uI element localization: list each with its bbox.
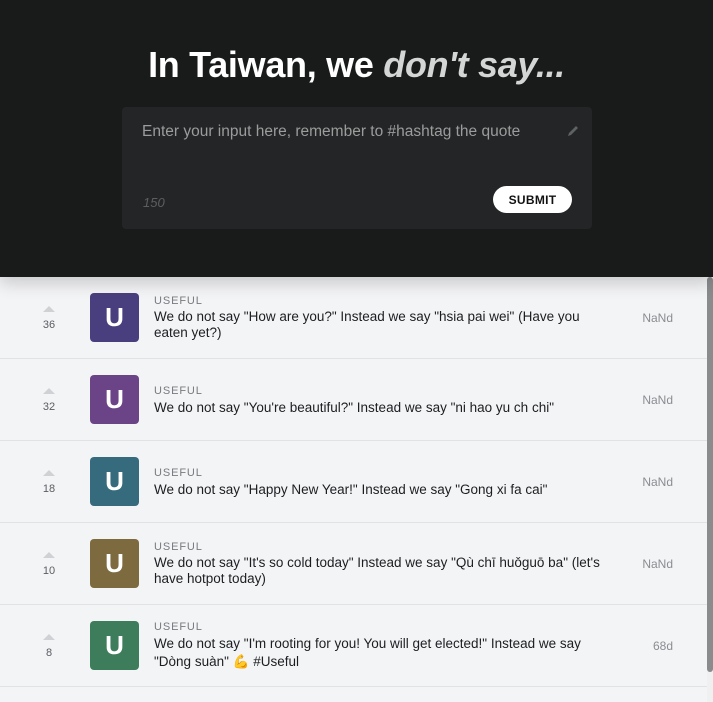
upvote-button[interactable]: 18 <box>30 470 68 495</box>
arrow-up-icon[interactable] <box>43 634 55 640</box>
page-title: In Taiwan, we don't say... <box>0 44 713 86</box>
scrollbar[interactable] <box>707 277 713 702</box>
title-plain: In Taiwan, we <box>148 44 384 85</box>
submit-button[interactable]: SUBMIT <box>493 186 572 213</box>
quote-text: We do not say "It's so cold today" Inste… <box>154 555 600 586</box>
upvote-button[interactable]: 10 <box>30 552 68 577</box>
category-tag: USEFUL <box>154 621 203 633</box>
avatar: U <box>90 539 139 588</box>
vote-count: 10 <box>42 565 56 577</box>
arrow-up-icon[interactable] <box>43 306 55 312</box>
post-age: NaNd <box>642 311 673 325</box>
post-age: NaNd <box>642 475 673 489</box>
vote-count: 36 <box>42 319 56 331</box>
quote-text: We do not say "I'm rooting for you! You … <box>154 636 581 669</box>
header: In Taiwan, we don't say... Enter your in… <box>0 0 713 277</box>
vote-count: 8 <box>45 647 53 659</box>
quote-input[interactable]: Enter your input here, remember to #hash… <box>122 107 592 229</box>
arrow-up-icon[interactable] <box>43 552 55 558</box>
vote-count: 32 <box>42 401 56 413</box>
char-count: 150 <box>143 195 165 210</box>
avatar: U <box>90 621 139 670</box>
avatar: U <box>90 375 139 424</box>
upvote-button[interactable]: 8 <box>30 634 68 659</box>
upvote-button[interactable]: 36 <box>30 306 68 331</box>
post-age: NaNd <box>642 557 673 571</box>
post-list: 36 U USEFUL We do not say "How are you?"… <box>0 277 707 702</box>
avatar: U <box>90 293 139 342</box>
quote-text: We do not say "How are you?" Instead we … <box>154 309 580 340</box>
category-tag: USEFUL <box>154 541 203 553</box>
list-item: 10 U USEFUL We do not say "It's so cold … <box>0 523 707 605</box>
quote-text: We do not say "You're beautiful?" Instea… <box>154 400 554 415</box>
post-age: 68d <box>652 639 673 653</box>
pencil-icon <box>568 126 578 136</box>
input-placeholder[interactable]: Enter your input here, remember to #hash… <box>142 123 520 141</box>
category-tag: USEFUL <box>154 295 203 307</box>
post-age: NaNd <box>642 393 673 407</box>
arrow-up-icon[interactable] <box>43 470 55 476</box>
arrow-up-icon[interactable] <box>43 388 55 394</box>
vote-count: 18 <box>42 483 56 495</box>
upvote-button[interactable]: 32 <box>30 388 68 413</box>
list-item: 32 U USEFUL We do not say "You're beauti… <box>0 359 707 441</box>
quote-text: We do not say "Happy New Year!" Instead … <box>154 482 548 497</box>
title-emphasis: don't say... <box>383 44 565 85</box>
list-item: 8 U USEFUL We do not say "I'm rooting fo… <box>0 605 707 687</box>
avatar: U <box>90 457 139 506</box>
list-item: 18 U USEFUL We do not say "Happy New Yea… <box>0 441 707 523</box>
category-tag: USEFUL <box>154 467 203 479</box>
scrollbar-thumb[interactable] <box>707 277 713 672</box>
list-item: 36 U USEFUL We do not say "How are you?"… <box>0 277 707 359</box>
category-tag: USEFUL <box>154 385 203 397</box>
